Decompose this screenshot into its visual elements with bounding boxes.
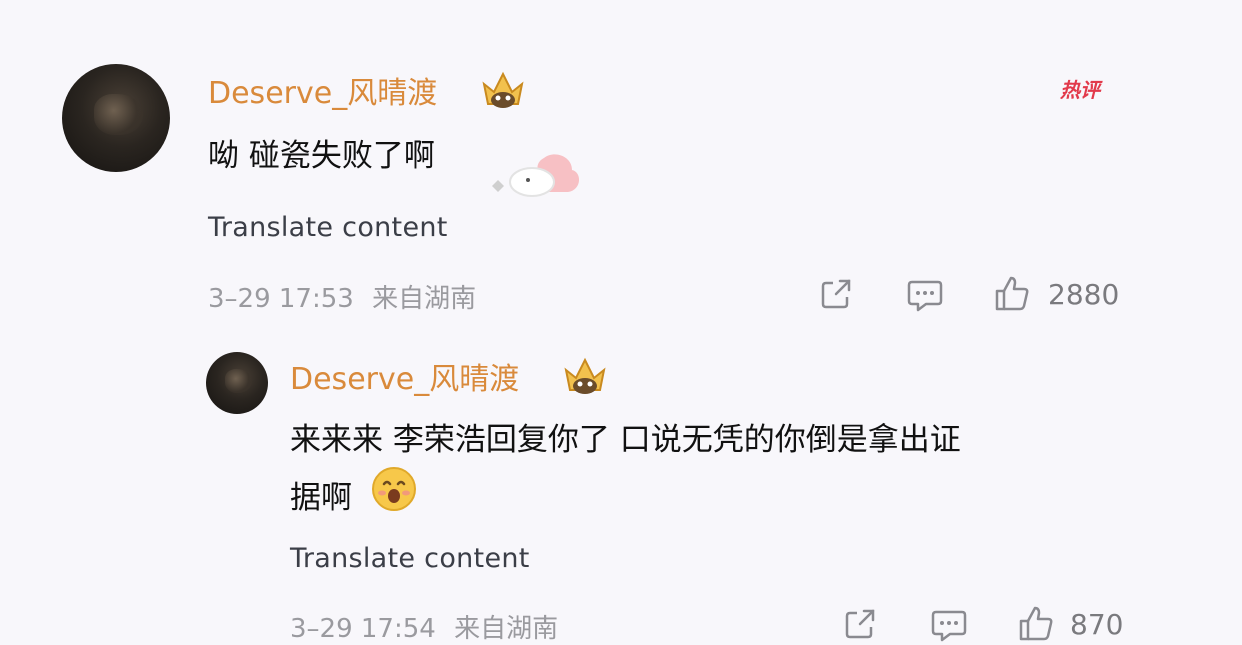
like-icon[interactable] bbox=[1018, 605, 1054, 643]
like-count: 870 bbox=[1070, 608, 1124, 641]
share-icon[interactable] bbox=[818, 276, 854, 312]
reply-time: 3–29 17:54 bbox=[290, 614, 436, 644]
comment-icon[interactable] bbox=[930, 607, 968, 643]
avatar[interactable] bbox=[62, 64, 170, 172]
smile-emoji-icon bbox=[372, 467, 416, 511]
like-icon[interactable] bbox=[994, 275, 1030, 313]
reply-username[interactable]: Deserve_风晴渡 bbox=[290, 354, 519, 398]
translate-content-link[interactable]: Translate content bbox=[208, 212, 448, 243]
reply-location: 来自湖南 bbox=[454, 614, 559, 644]
cloud-bird-sticker-icon bbox=[492, 154, 580, 197]
reply-timestamp: 3–29 17:54 来自湖南 bbox=[290, 608, 558, 645]
comment-time: 3–29 17:53 bbox=[208, 284, 354, 314]
avatar[interactable] bbox=[206, 352, 268, 414]
crown-badge-icon bbox=[564, 357, 606, 394]
comment-icon[interactable] bbox=[906, 277, 944, 313]
share-icon[interactable] bbox=[842, 606, 878, 642]
comment-username[interactable]: Deserve_风晴渡 bbox=[208, 68, 437, 112]
like-count: 2880 bbox=[1048, 278, 1120, 311]
crown-badge-icon bbox=[482, 71, 524, 108]
translate-content-link[interactable]: Translate content bbox=[290, 543, 530, 574]
comment-location: 来自湖南 bbox=[372, 284, 477, 314]
hot-comment-tag: 热评 bbox=[1060, 78, 1100, 102]
comment-timestamp: 3–29 17:53 来自湖南 bbox=[208, 278, 476, 315]
reply-text-line-2: 据啊 bbox=[290, 480, 352, 516]
reply-text-line-1: 来来来 李荣浩回复你了 口说无凭的你倒是拿出证 bbox=[290, 422, 961, 458]
comment-text: 呦 碰瓷失败了啊 bbox=[208, 138, 435, 174]
